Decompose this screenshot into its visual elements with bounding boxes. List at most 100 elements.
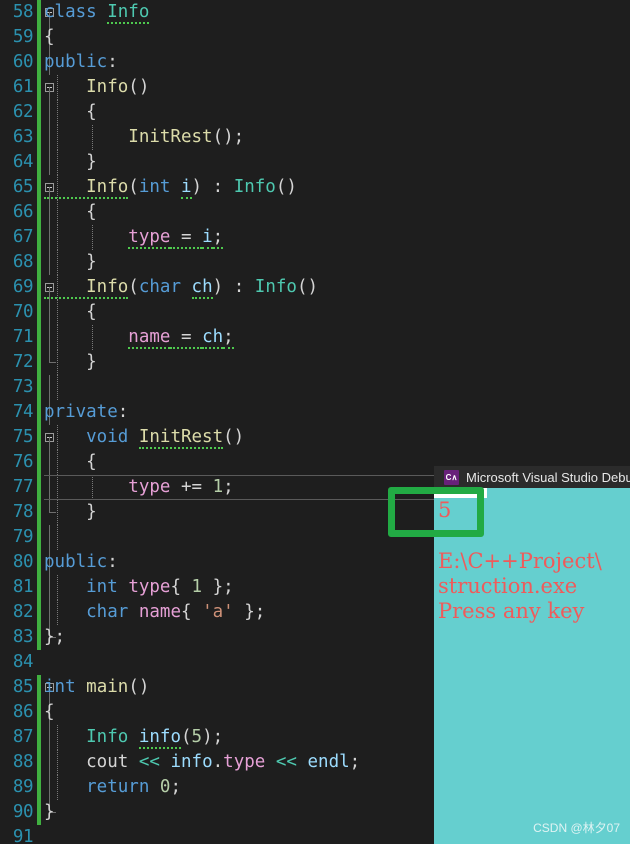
fold-column[interactable] [43, 650, 57, 675]
code-text: private: [44, 400, 128, 425]
code-line[interactable]: 69 Info(char ch) : Info() [0, 275, 630, 300]
code-token: . [212, 752, 224, 772]
change-indicator-bar [37, 25, 41, 50]
change-indicator-bar [37, 300, 41, 325]
line-number: 66 [12, 202, 34, 222]
code-token: << [275, 752, 297, 772]
code-token: InitRest [44, 127, 213, 147]
line-number: 85 [12, 677, 34, 697]
code-line[interactable]: 73 [0, 375, 630, 400]
code-token: public [44, 552, 108, 572]
change-indicator-bar [37, 225, 41, 250]
code-line[interactable]: 61 Info() [0, 75, 630, 100]
console-output-line: Press any key [438, 599, 585, 623]
code-line[interactable]: 68 } [0, 250, 630, 275]
change-indicator-bar [37, 150, 41, 175]
code-token: i [202, 227, 213, 249]
line-number: 87 [12, 727, 34, 747]
code-token: : [107, 552, 118, 572]
fold-column[interactable] [43, 825, 57, 844]
code-line[interactable]: 72 } [0, 350, 630, 375]
code-token: { [44, 702, 55, 722]
line-number: 65 [12, 177, 34, 197]
code-token: name [138, 602, 181, 622]
code-token: main [86, 677, 129, 697]
change-indicator-bar [37, 125, 41, 150]
code-token: ) : [212, 277, 255, 297]
code-token: Info [107, 2, 150, 24]
console-title-bar[interactable]: C∧ Microsoft Visual Studio Debu [434, 466, 630, 488]
code-token: ch [202, 327, 224, 349]
code-token: } [44, 802, 55, 822]
code-token: cout [44, 752, 129, 772]
change-indicator-bar [37, 550, 41, 575]
line-number: 61 [12, 77, 34, 97]
code-token: () [296, 277, 319, 297]
line-number: 71 [12, 327, 34, 347]
code-token: info [138, 727, 181, 749]
code-token: int [138, 177, 171, 197]
fold-column[interactable] [43, 375, 57, 400]
code-line[interactable]: 64 } [0, 150, 630, 175]
code-line[interactable]: 70 { [0, 300, 630, 325]
change-indicator-bar [37, 275, 41, 300]
code-token: }; [202, 577, 234, 597]
code-token: ; [349, 752, 361, 772]
line-number: 70 [12, 302, 34, 322]
fold-column[interactable] [43, 525, 57, 550]
code-token: char [44, 602, 129, 622]
line-number: 79 [12, 527, 34, 547]
change-indicator-bar [37, 425, 41, 450]
code-line[interactable]: 67 type = i; [0, 225, 630, 250]
code-token: return [44, 777, 150, 797]
code-text: char name{ 'a' }; [44, 600, 265, 625]
code-text: name = ch; [44, 325, 234, 350]
code-token: { [44, 27, 55, 47]
code-text: Info(char ch) : Info() [44, 275, 318, 300]
line-number: 59 [12, 27, 34, 47]
code-line[interactable]: 58 class Info [0, 0, 630, 25]
code-token: } [44, 352, 97, 372]
code-line[interactable]: 62 { [0, 100, 630, 125]
code-token: Info [233, 177, 276, 197]
change-indicator-bar [37, 750, 41, 775]
code-token: 5 [191, 727, 203, 747]
change-indicator-bar [37, 450, 41, 475]
code-token: ; [223, 477, 234, 497]
code-line[interactable]: 59 { [0, 25, 630, 50]
line-number: 62 [12, 102, 34, 122]
code-text: class Info [44, 0, 150, 25]
line-number: 78 [12, 502, 34, 522]
code-line[interactable]: 75 void InitRest() [0, 425, 630, 450]
change-indicator-bar [37, 700, 41, 725]
code-line[interactable]: 74 private: [0, 400, 630, 425]
code-token: () [128, 77, 150, 97]
code-token: Info [44, 177, 129, 199]
line-number: 68 [12, 252, 34, 272]
change-indicator-bar [37, 600, 41, 625]
line-number: 83 [12, 627, 34, 647]
code-text: } [44, 800, 55, 825]
change-indicator-bar [37, 575, 41, 600]
debug-console-window[interactable]: C∧ Microsoft Visual Studio Debu 5 E:\C++P… [434, 466, 630, 844]
code-token: name [128, 327, 171, 349]
code-text: { [44, 300, 97, 325]
code-token: type [223, 752, 266, 772]
code-line[interactable]: 63 InitRest(); [0, 125, 630, 150]
line-number: 90 [12, 802, 34, 822]
code-token: ) : [191, 177, 234, 197]
code-line[interactable]: 60 public: [0, 50, 630, 75]
code-line[interactable]: 71 name = ch; [0, 325, 630, 350]
code-token: char [138, 277, 181, 297]
code-line[interactable]: 65 Info(int i) : Info() [0, 175, 630, 200]
code-token: { [44, 202, 97, 222]
code-token: () [275, 177, 297, 197]
code-line[interactable]: 66 { [0, 200, 630, 225]
